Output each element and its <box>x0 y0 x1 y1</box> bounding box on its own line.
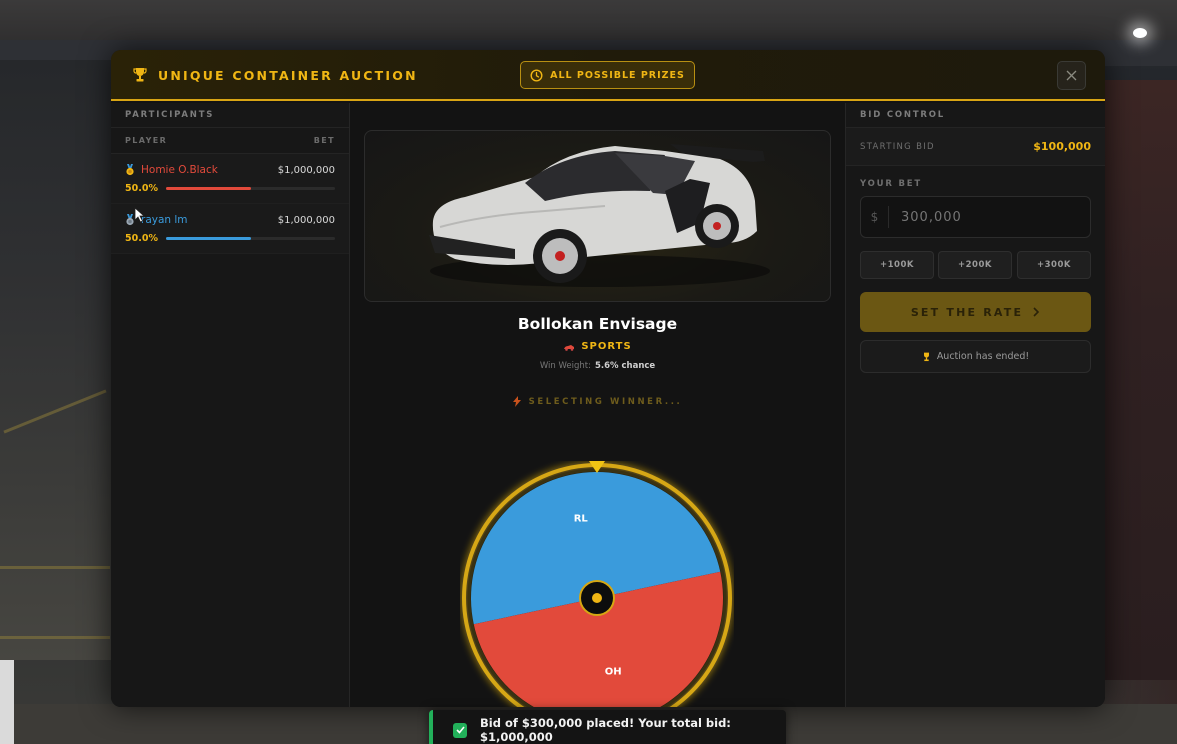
quick-add-300k-button[interactable]: +300K <box>1017 251 1091 279</box>
participant-name: Homie O.Black <box>141 164 218 176</box>
prize-class-label: SPORTS <box>581 341 632 352</box>
wheel-status-text: SELECTING WINNER... <box>528 396 683 407</box>
winner-wheel: RL OH <box>462 463 732 707</box>
starting-bid-row: STARTING BID $100,000 <box>846 128 1105 166</box>
bid-toast: Bid of $300,000 placed! Your total bid: … <box>429 710 786 744</box>
auction-status-text: Auction has ended! <box>936 351 1030 362</box>
wheel-status: SELECTING WINNER... <box>350 396 845 407</box>
bid-control-heading: BID CONTROL <box>846 103 1105 128</box>
trophy-icon <box>923 352 929 361</box>
close-button[interactable] <box>1057 61 1086 90</box>
all-possible-prizes-button[interactable]: ALL POSSIBLE PRIZES <box>520 61 695 89</box>
mouse-cursor-icon <box>134 207 146 223</box>
wheel-pointer-icon <box>589 461 605 473</box>
quick-add-100k-button[interactable]: +100K <box>860 251 934 279</box>
starting-bid-label: STARTING BID <box>860 141 935 152</box>
participant-name: rayan lm <box>141 214 188 226</box>
bet-input-field[interactable]: $ <box>860 196 1091 238</box>
prize-image <box>364 130 831 302</box>
participants-heading: PARTICIPANTS <box>111 103 349 128</box>
clock-icon <box>530 68 543 82</box>
participant-row[interactable]: rayan lm $1,000,000 50.0% <box>111 204 349 254</box>
all-possible-prizes-label: ALL POSSIBLE PRIZES <box>550 69 685 81</box>
lightning-icon <box>512 396 521 407</box>
background-road-line <box>0 636 110 639</box>
participant-share-bar <box>166 237 335 240</box>
medal-icon <box>126 164 134 176</box>
auction-modal: UNIQUE CONTAINER AUCTION ALL POSSIBLE PR… <box>111 50 1105 707</box>
trophy-icon <box>133 68 147 82</box>
win-weight: Win Weight: 5.6% chance <box>350 361 845 371</box>
background-road-line <box>0 566 110 569</box>
modal-header: UNIQUE CONTAINER AUCTION ALL POSSIBLE PR… <box>111 50 1105 101</box>
starting-bid-value: $100,000 <box>1033 140 1091 153</box>
win-weight-value: 5.6% chance <box>594 361 656 371</box>
background-light <box>1133 28 1147 38</box>
participant-bet: $1,000,000 <box>277 214 335 226</box>
column-bet: BET <box>313 136 335 145</box>
participants-columns: PLAYER BET <box>111 128 349 154</box>
check-icon <box>453 722 467 738</box>
participants-panel: PARTICIPANTS PLAYER BET Homie O.Black $1… <box>111 103 350 707</box>
set-the-rate-label: SET THE RATE <box>910 305 1024 319</box>
quick-add-200k-button[interactable]: +200K <box>938 251 1012 279</box>
participant-share-fill <box>166 237 251 240</box>
wheel-segment-label: OH <box>605 666 622 677</box>
participant-row[interactable]: Homie O.Black $1,000,000 50.0% <box>111 154 349 204</box>
background-object <box>0 660 14 744</box>
participant-share-fill <box>166 187 251 190</box>
background-left-area <box>0 60 112 660</box>
car-class-icon <box>564 344 575 351</box>
column-player: PLAYER <box>125 136 168 145</box>
modal-title: UNIQUE CONTAINER AUCTION <box>133 67 418 83</box>
background-container <box>1102 80 1177 680</box>
your-bet-label: YOUR BET <box>860 179 922 189</box>
close-icon <box>1066 70 1077 81</box>
win-weight-label: Win Weight: <box>539 361 591 371</box>
wheel-segment-label: RL <box>574 514 589 525</box>
chevron-right-icon <box>1033 307 1040 317</box>
bid-control-panel: BID CONTROL STARTING BID $100,000 YOUR B… <box>845 103 1105 707</box>
modal-title-text: UNIQUE CONTAINER AUCTION <box>158 67 418 83</box>
set-the-rate-button[interactable]: SET THE RATE <box>860 292 1091 332</box>
auction-status: Auction has ended! <box>860 340 1091 373</box>
currency-symbol: $ <box>861 206 889 228</box>
bet-input[interactable] <box>889 209 1090 225</box>
participant-percent: 50.0% <box>125 183 158 194</box>
participant-share-bar <box>166 187 335 190</box>
wheel-hub-dot <box>592 593 602 603</box>
prize-panel: Bollokan Envisage SPORTS Win Weight: 5.6%… <box>350 103 845 707</box>
car-illustration <box>429 144 770 287</box>
prize-class: SPORTS <box>350 341 845 352</box>
participant-percent: 50.0% <box>125 233 158 244</box>
prize-name: Bollokan Envisage <box>517 315 678 333</box>
toast-message: Bid of $300,000 placed! Your total bid: … <box>480 716 731 744</box>
participant-bet: $1,000,000 <box>277 164 335 176</box>
